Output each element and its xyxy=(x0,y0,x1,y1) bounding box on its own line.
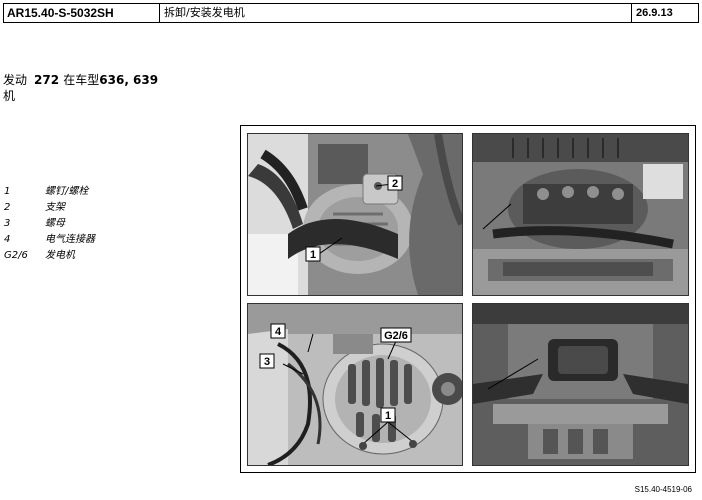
photo-engine-bay xyxy=(472,133,689,296)
document-header: AR15.40-S-5032SH 拆卸/安装发电机 26.9.13 xyxy=(3,3,699,23)
legend-number: 1 xyxy=(4,186,11,197)
section-applicability: 272 在车型636, 639 xyxy=(34,72,158,88)
photo-alternator-detail: 4 3 G2/6 1 xyxy=(247,303,463,466)
legend-text: 螺母 xyxy=(45,218,65,229)
photo-underside-view xyxy=(472,303,689,466)
document-date: 26.9.13 xyxy=(631,4,700,22)
legend-number: G2/6 xyxy=(4,250,28,261)
callout-2: 2 xyxy=(392,178,398,190)
callout-1: 1 xyxy=(310,249,316,261)
legend-text: 螺钉/螺栓 xyxy=(45,186,89,197)
callout-1: 1 xyxy=(385,410,391,422)
legend-number: 4 xyxy=(4,234,11,245)
figure-id: S15.40-4519-06 xyxy=(634,485,692,494)
document-id: AR15.40-S-5032SH xyxy=(7,6,114,20)
photo-alternator-bracket: 2 1 xyxy=(247,133,463,296)
callout-3: 3 xyxy=(264,356,270,368)
callout-4: 4 xyxy=(275,326,282,338)
engine-code: 272 xyxy=(34,73,60,87)
section-label: 发动机 xyxy=(3,73,28,103)
model-list: 636, 639 xyxy=(99,73,159,87)
vehicle-text: 在车型 xyxy=(63,73,100,87)
legend-number: 3 xyxy=(4,218,11,229)
legend-text: 支架 xyxy=(45,202,65,213)
legend-text: 电气连接器 xyxy=(45,234,95,245)
callout-g2-6: G2/6 xyxy=(384,330,408,342)
document-title: 拆卸/安装发电机 xyxy=(159,4,625,22)
alternator-figure: 2 1 4 3 G2/6 1 xyxy=(240,125,696,473)
legend-text: 发电机 xyxy=(45,250,75,261)
legend-number: 2 xyxy=(4,202,11,213)
